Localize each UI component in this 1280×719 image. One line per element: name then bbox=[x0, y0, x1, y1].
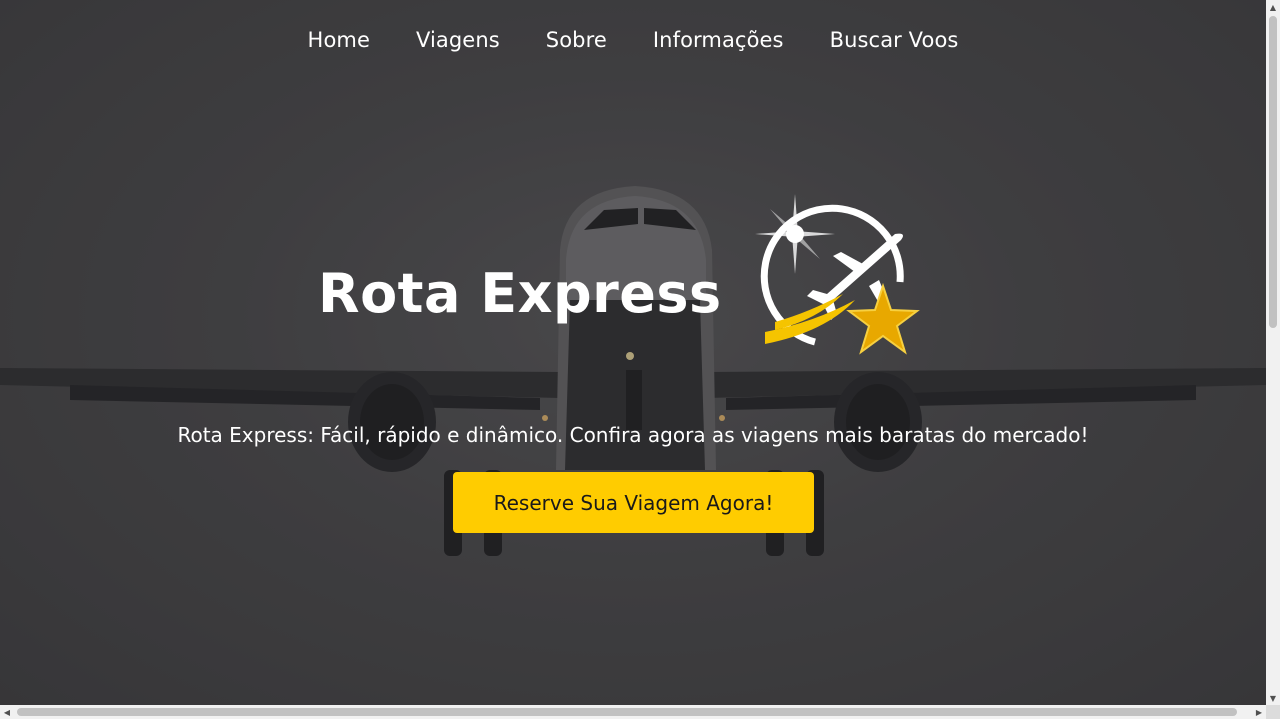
horizontal-scrollbar[interactable]: ◀ ▶ bbox=[0, 705, 1266, 719]
nav-sobre-link[interactable]: Sobre bbox=[523, 24, 630, 56]
reserve-trip-button[interactable]: Reserve Sua Viagem Agora! bbox=[453, 472, 814, 533]
nav-buscar-voos-link[interactable]: Buscar Voos bbox=[807, 24, 982, 56]
horizontal-scrollbar-thumb[interactable] bbox=[17, 708, 1237, 716]
nav-home-link[interactable]: Home bbox=[285, 24, 393, 56]
vertical-scrollbar-thumb[interactable] bbox=[1269, 16, 1277, 328]
nav-viagens-link[interactable]: Viagens bbox=[393, 24, 523, 56]
airplane-star-logo-icon bbox=[755, 194, 920, 355]
scroll-down-arrow-icon[interactable]: ▼ bbox=[1266, 691, 1280, 705]
scrollbar-corner bbox=[1266, 705, 1280, 719]
brand-title: Rota Express bbox=[318, 262, 722, 325]
vertical-scrollbar[interactable]: ▲ ▼ bbox=[1266, 0, 1280, 705]
scroll-right-arrow-icon[interactable]: ▶ bbox=[1252, 705, 1266, 719]
hero-tagline: Rota Express: Fácil, rápido e dinâmico. … bbox=[177, 423, 1089, 447]
dark-overlay bbox=[0, 0, 1266, 705]
nav-informacoes-link[interactable]: Informações bbox=[630, 24, 807, 56]
scroll-left-arrow-icon[interactable]: ◀ bbox=[0, 705, 14, 719]
hero-section bbox=[0, 0, 1266, 705]
scroll-up-arrow-icon[interactable]: ▲ bbox=[1266, 0, 1280, 14]
main-nav: Home Viagens Sobre Informações Buscar Vo… bbox=[0, 24, 1266, 56]
